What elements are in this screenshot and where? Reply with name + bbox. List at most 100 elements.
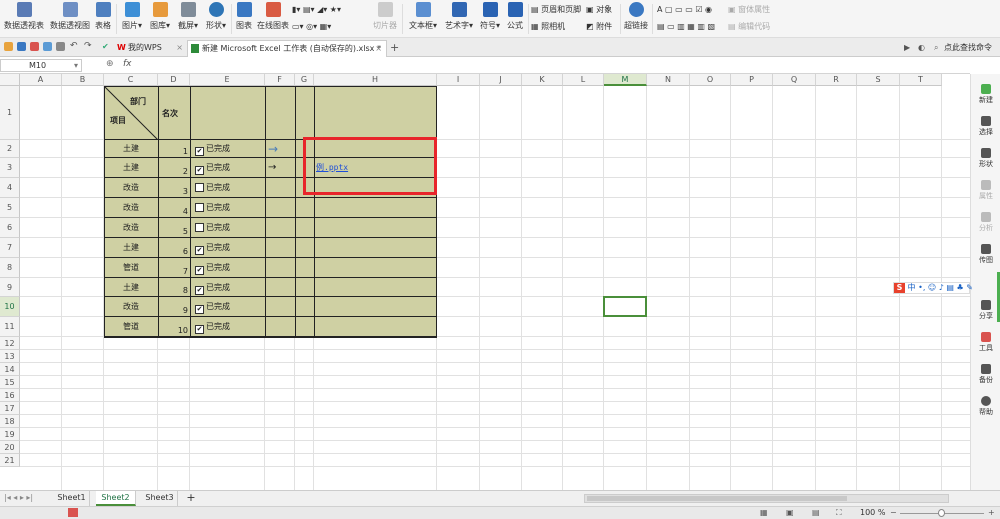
sheet-nav-arrows[interactable]: |◂ ◂ ▸ ▸| <box>4 493 33 502</box>
rank-cell[interactable]: 7 <box>160 267 188 277</box>
select-panel-button[interactable]: 选择 <box>971 116 1000 137</box>
done-checkbox[interactable]: ✔ 已完成 <box>195 302 230 314</box>
checked-box-icon[interactable]: ✔ <box>195 325 204 334</box>
rank-cell[interactable]: 4 <box>160 207 188 217</box>
column-header-s[interactable]: S <box>857 74 900 86</box>
arrow-shape[interactable]: → <box>268 140 292 158</box>
attachment-button[interactable]: ◩ 附件 <box>586 20 612 34</box>
online-chart-button[interactable]: 在线图表 <box>257 2 289 36</box>
macro-record-icon[interactable] <box>68 508 78 517</box>
row-header-5[interactable]: 5 <box>0 198 20 218</box>
preview-icon[interactable] <box>43 42 52 51</box>
rank-cell[interactable]: 9 <box>160 306 188 316</box>
pivot-chart-button[interactable]: 数据透视图 <box>48 2 92 36</box>
slicer-button[interactable]: 切片器 <box>372 2 398 36</box>
column-chart-dropdown[interactable]: ▮▾ ▤▾ ◢▾ ★▾ <box>292 3 341 17</box>
arrow-shape[interactable]: → <box>268 158 292 178</box>
form-properties-button[interactable]: ▣ 窗体属性 <box>728 3 770 17</box>
column-header-b[interactable]: B <box>62 74 104 86</box>
column-header-e[interactable]: E <box>190 74 265 86</box>
normal-view-icon[interactable]: ▦ <box>760 508 768 517</box>
rank-cell[interactable]: 10 <box>160 326 188 336</box>
chart-button[interactable]: 图表 <box>234 2 254 36</box>
picture-button[interactable]: 图片▾ <box>119 2 145 36</box>
page-layout-icon[interactable]: ▣ <box>786 508 794 517</box>
new-panel-button[interactable]: 新建 <box>971 84 1000 105</box>
done-checkbox[interactable]: ✔ 已完成 <box>195 163 230 175</box>
column-header-k[interactable]: K <box>522 74 563 86</box>
column-header-n[interactable]: N <box>647 74 690 86</box>
spreadsheet-grid[interactable]: ABCDEFGHIJKLMNOPQRST 1 2 3 4 5 6 7 8 9 10 11 12 13 14… <box>0 74 970 490</box>
help-panel-button[interactable]: 帮助 <box>971 396 1000 417</box>
rank-cell[interactable]: 1 <box>160 147 188 157</box>
edit-code-button[interactable]: ▤ 编辑代码 <box>728 20 770 34</box>
department-cell[interactable]: 土建 <box>104 278 158 297</box>
row-header-21[interactable]: 21 <box>0 454 20 467</box>
minimize-ribbon-icon[interactable]: ▶ <box>904 40 916 57</box>
row-header-4[interactable]: 4 <box>0 178 20 198</box>
zoom-level[interactable]: 100 % <box>860 508 885 517</box>
page-break-icon[interactable]: ▤ <box>812 508 820 517</box>
row-header-15[interactable]: 15 <box>0 376 20 389</box>
tab-document[interactable]: 新建 Microsoft Excel 工作表 (自动保存的).xlsx * × <box>187 40 387 57</box>
select-all-corner[interactable] <box>0 74 20 86</box>
hyperlink-button[interactable]: 超链接 <box>623 2 649 36</box>
checked-box-icon[interactable]: ✔ <box>195 147 204 156</box>
rank-cell[interactable]: 8 <box>160 286 188 296</box>
sheet-tab-sheet1[interactable]: Sheet1 <box>54 491 90 506</box>
checked-box-icon[interactable]: ✔ <box>195 305 204 314</box>
fullscreen-icon[interactable]: ⛶ <box>836 508 842 518</box>
department-cell[interactable]: 土建 <box>104 158 158 178</box>
column-header-m[interactable]: M <box>604 74 647 86</box>
name-box[interactable]: M10 ▾ <box>0 59 82 72</box>
column-header-t[interactable]: T <box>900 74 942 86</box>
checked-box-icon[interactable]: ✔ <box>195 246 204 255</box>
done-checkbox[interactable]: ✔ 已完成 <box>195 243 230 255</box>
checked-box-icon[interactable]: ✔ <box>195 166 204 175</box>
rank-cell[interactable]: 5 <box>160 227 188 237</box>
department-cell[interactable]: 土建 <box>104 238 158 258</box>
pivot-table-button[interactable]: 数据透视表 <box>3 2 45 36</box>
close-icon[interactable]: × <box>176 40 183 56</box>
column-header-r[interactable]: R <box>816 74 857 86</box>
rank-cell[interactable]: 6 <box>160 247 188 257</box>
done-checkbox[interactable]: 已完成 <box>195 223 230 233</box>
shape-panel-button[interactable]: 形状 <box>971 148 1000 169</box>
column-header-o[interactable]: O <box>690 74 731 86</box>
done-checkbox[interactable]: ✔ 已完成 <box>195 283 230 295</box>
scrollbar-thumb[interactable] <box>587 496 847 501</box>
department-cell[interactable]: 管道 <box>104 258 158 278</box>
column-header-p[interactable]: P <box>731 74 773 86</box>
column-header-j[interactable]: J <box>480 74 522 86</box>
ime-toolbar[interactable]: S 中 •, ☺ ♪ ▤ ♣ ✎ <box>893 282 973 294</box>
gallery-button[interactable]: 图库▾ <box>147 2 173 36</box>
save-icon[interactable] <box>17 42 26 51</box>
row-header-1[interactable]: 1 <box>0 86 20 140</box>
column-header-a[interactable]: A <box>20 74 62 86</box>
zoom-icon[interactable]: ⊕ <box>106 59 114 69</box>
zoom-slider-handle[interactable] <box>938 509 945 517</box>
share-panel-button[interactable]: 分享 <box>971 300 1000 321</box>
row-header-20[interactable]: 20 <box>0 441 20 454</box>
done-checkbox[interactable]: ✔ 已完成 <box>195 263 230 275</box>
header-footer-button[interactable]: ▤ 页眉和页脚 <box>531 3 581 17</box>
department-cell[interactable]: 土建 <box>104 140 158 158</box>
horizontal-scrollbar[interactable] <box>584 494 949 503</box>
row-header-9[interactable]: 9 <box>0 278 20 297</box>
object-button[interactable]: ▣ 对象 <box>586 3 612 17</box>
row-header-12[interactable]: 12 <box>0 337 20 350</box>
row-header-13[interactable]: 13 <box>0 350 20 363</box>
column-header-i[interactable]: I <box>437 74 480 86</box>
print-icon[interactable] <box>30 42 39 51</box>
formula-button[interactable]: 公式 <box>505 2 525 36</box>
column-header-h[interactable]: H <box>314 74 437 86</box>
line-chart-dropdown[interactable]: ▭▾ ◎▾ ▦▾ <box>292 20 331 34</box>
settings-icon[interactable]: ◐ <box>918 40 930 57</box>
department-cell[interactable]: 改造 <box>104 218 158 238</box>
copy-icon[interactable] <box>56 42 65 51</box>
checked-box-icon[interactable]: ✔ <box>195 285 204 295</box>
zoom-in-button[interactable]: + <box>988 508 995 517</box>
fx-button[interactable]: fx <box>123 59 132 69</box>
column-header-d[interactable]: D <box>158 74 190 86</box>
command-search[interactable]: ⌕ 点此查找命令 <box>932 40 1000 57</box>
